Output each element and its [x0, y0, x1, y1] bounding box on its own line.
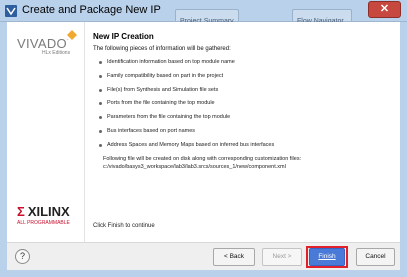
background-tab: Flow Navigator [292, 9, 352, 25]
info-list: Identification information based on top … [99, 59, 274, 156]
vivado-logo: VIVADO. [17, 36, 69, 51]
cancel-button[interactable]: Cancel [356, 248, 395, 266]
background-tab: Project Summary [175, 9, 239, 25]
list-item: File(s) from Synthesis and Simulation fi… [99, 87, 274, 101]
title-bar[interactable]: Create and Package New IP Project Summar… [0, 0, 407, 25]
help-button[interactable]: ? [15, 249, 30, 264]
list-item: Parameters from the file containing the … [99, 114, 274, 128]
finish-instruction: Click Finish to continue [93, 223, 155, 229]
bullet-icon [99, 88, 102, 92]
window-frame [400, 22, 407, 277]
bullet-icon [99, 102, 102, 106]
file-note: Following file will be created on disk a… [103, 156, 302, 162]
back-button[interactable]: < Back [213, 248, 255, 266]
bullet-icon [99, 129, 102, 133]
bullet-icon [99, 74, 102, 78]
list-item: Address Spaces and Memory Maps based on … [99, 142, 274, 156]
list-item: Bus interfaces based on port names [99, 128, 274, 142]
list-item: Identification information based on top … [99, 59, 274, 73]
app-icon [5, 5, 17, 17]
window-frame [0, 270, 407, 277]
bullet-icon [99, 61, 102, 64]
intro-text: The following pieces of information will… [93, 46, 231, 52]
list-item: Family compatibility based on part in th… [99, 73, 274, 87]
file-path: c:/vivado/basys3_workspace/lab3/lab3.src… [103, 164, 286, 170]
vivado-logo-icon [67, 30, 77, 40]
window-title: Create and Package New IP [22, 4, 161, 16]
bullet-icon [99, 116, 102, 120]
edition-label: HLx Editions [42, 50, 71, 56]
list-item: Ports from the file containing the top m… [99, 100, 274, 114]
bullet-icon [99, 143, 102, 147]
page-title: New IP Creation [93, 32, 154, 41]
xilinx-mark-icon: Σ [17, 204, 25, 219]
content-panel: New IP Creation The following pieces of … [84, 22, 400, 242]
help-icon: ? [19, 251, 25, 261]
finish-button[interactable]: Finish [309, 248, 345, 266]
close-button[interactable]: ✕ [368, 1, 401, 18]
button-bar: ? < Back Next > Finish Cancel [7, 242, 400, 270]
next-button[interactable]: Next > [262, 248, 302, 266]
xilinx-logo: Σ XILINX [17, 204, 70, 219]
close-icon: ✕ [379, 3, 390, 15]
xilinx-tagline: ALL PROGRAMMABLE [17, 220, 70, 226]
window-frame [0, 22, 7, 277]
brand-panel: VIVADO. HLx Editions Σ XILINX ALL PROGRAM… [7, 22, 84, 242]
